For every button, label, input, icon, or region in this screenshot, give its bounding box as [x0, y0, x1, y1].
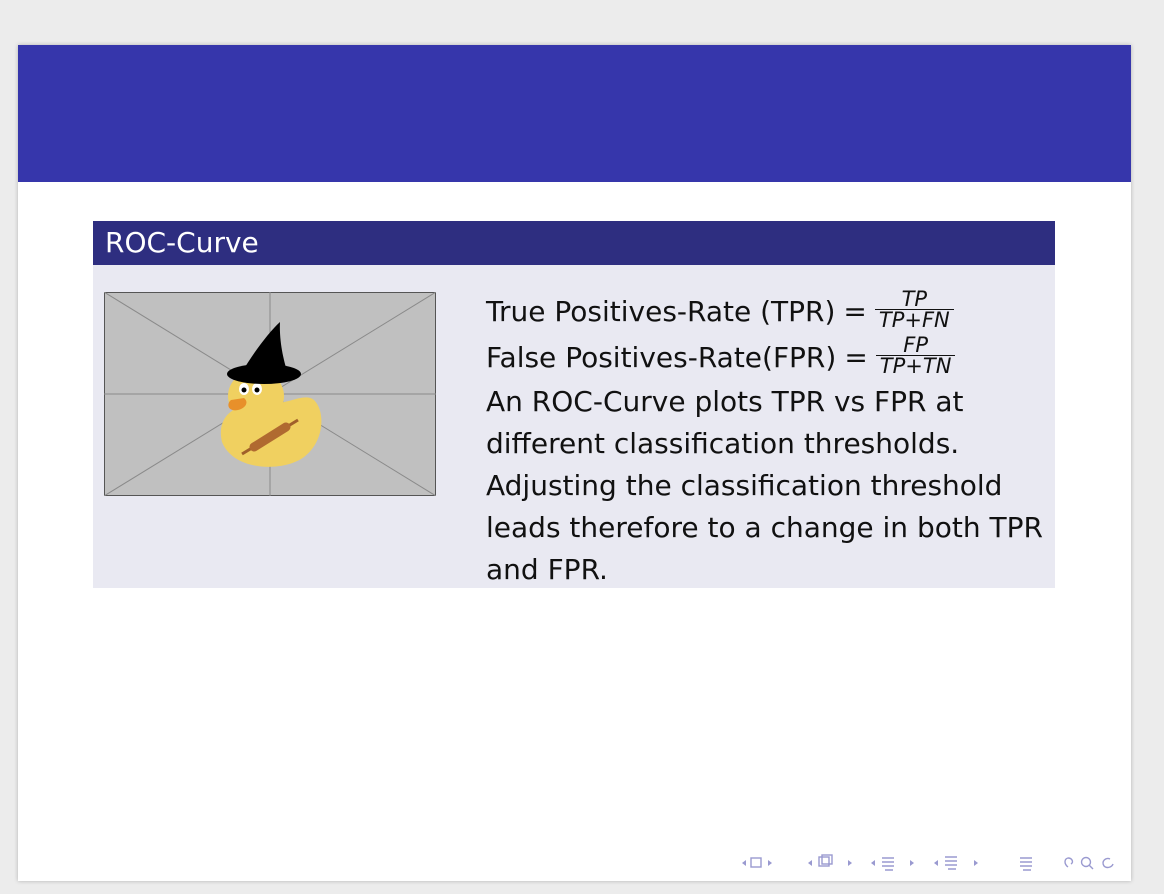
- roc-block: ROC-Curve True Positives-Rate (TPR) = TP…: [93, 221, 1055, 588]
- roc-explanation: An ROC-Curve plots TPR vs FPR at differe…: [486, 385, 1043, 586]
- fpr-equals: =: [844, 341, 868, 374]
- tpr-numerator: TP: [901, 286, 928, 311]
- tpr-fraction: TP TP+FN: [874, 286, 954, 330]
- fpr-label: False Positives-Rate(FPR): [486, 341, 837, 374]
- slide: ROC-Curve True Positives-Rate (TPR) = TP…: [18, 45, 1131, 881]
- nav-toc-icon[interactable]: [1020, 857, 1032, 871]
- tpr-label: True Positives-Rate (TPR): [486, 295, 836, 328]
- tpr-formula: True Positives-Rate (TPR) = TP TP+FN: [486, 286, 1056, 335]
- slide-header-bar: [18, 45, 1131, 182]
- nav-search-icon[interactable]: [1064, 856, 1114, 870]
- tpr-equals: =: [843, 295, 867, 328]
- nav-section-icon[interactable]: [871, 857, 914, 871]
- block-title: ROC-Curve: [105, 226, 259, 259]
- fpr-numerator: FP: [903, 332, 928, 357]
- fpr-denominator: TP+TN: [875, 354, 956, 376]
- fpr-formula: False Positives-Rate(FPR) = FP TP+TN: [486, 332, 1056, 381]
- nav-frame-icon[interactable]: [742, 857, 772, 868]
- nav-slide-icon[interactable]: [934, 856, 978, 870]
- duck-witch-hat-image: [104, 292, 436, 496]
- block-text: True Positives-Rate (TPR) = TP TP+FN False …: [486, 286, 1056, 591]
- nav-subsection-icon[interactable]: [808, 854, 852, 867]
- tpr-denominator: TP+FN: [874, 308, 954, 330]
- beamer-navigation-bar: [742, 854, 1114, 871]
- block-title-bar: ROC-Curve: [93, 221, 1055, 265]
- fpr-fraction: FP TP+TN: [875, 332, 956, 376]
